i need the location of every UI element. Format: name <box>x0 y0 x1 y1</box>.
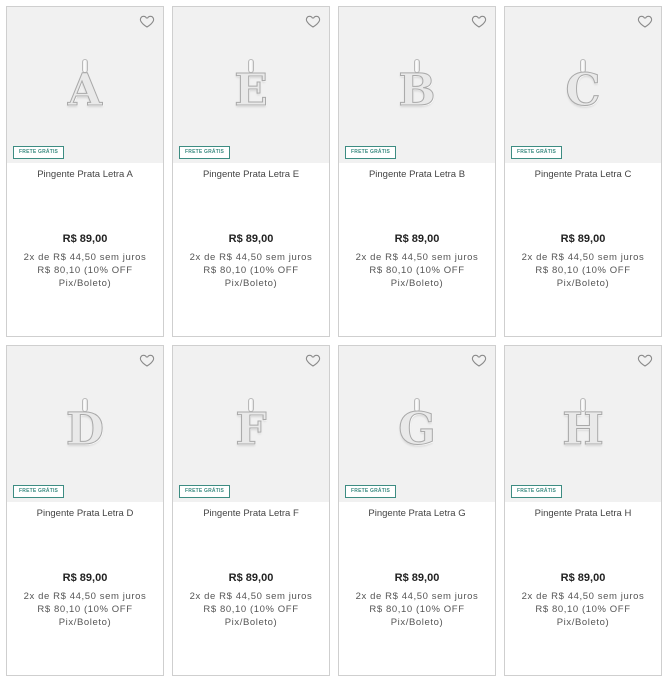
pendant-letter: F <box>235 404 267 455</box>
product-card[interactable]: A FRETE GRÁTIS Pingente Prata Letra A R$… <box>6 6 164 337</box>
discount-price: R$ 80,10 (10% OFF <box>37 604 133 615</box>
heart-outline-icon[interactable] <box>637 13 653 29</box>
pendant-letter: A <box>67 65 103 116</box>
payment-method: Pix/Boleto) <box>58 617 112 628</box>
discount-price: R$ 80,10 (10% OFF <box>203 604 299 615</box>
installments-text: 2x de R$ 44,50 sem juros <box>355 252 479 263</box>
heart-outline-icon[interactable] <box>637 352 653 368</box>
product-card[interactable]: G FRETE GRÁTIS Pingente Prata Letra G R$… <box>338 345 496 676</box>
product-grid: A FRETE GRÁTIS Pingente Prata Letra A R$… <box>6 6 662 676</box>
product-card[interactable]: C FRETE GRÁTIS Pingente Prata Letra C R$… <box>504 6 662 337</box>
installments-text: 2x de R$ 44,50 sem juros <box>23 252 147 263</box>
pendant-letter: D <box>65 404 105 455</box>
product-name[interactable]: Pingente Prata Letra C <box>505 169 661 180</box>
discount-price: R$ 80,10 (10% OFF <box>535 604 631 615</box>
free-shipping-badge: FRETE GRÁTIS <box>13 485 65 498</box>
heart-outline-icon[interactable] <box>139 13 155 29</box>
free-shipping-badge: FRETE GRÁTIS <box>511 485 563 498</box>
pendant-letter: H <box>562 404 605 455</box>
payment-method: Pix/Boleto) <box>390 278 444 289</box>
discount-price: R$ 80,10 (10% OFF <box>203 265 299 276</box>
free-shipping-badge: FRETE GRÁTIS <box>345 485 397 498</box>
product-price: R$ 89,00 <box>394 572 440 584</box>
product-card[interactable]: H FRETE GRÁTIS Pingente Prata Letra H R$… <box>504 345 662 676</box>
free-shipping-badge: FRETE GRÁTIS <box>13 146 65 159</box>
installments-text: 2x de R$ 44,50 sem juros <box>189 591 313 602</box>
product-image[interactable]: C FRETE GRÁTIS <box>505 7 661 163</box>
payment-method: Pix/Boleto) <box>556 617 610 628</box>
free-shipping-badge: FRETE GRÁTIS <box>511 146 563 159</box>
product-name[interactable]: Pingente Prata Letra G <box>339 508 495 519</box>
product-image[interactable]: D FRETE GRÁTIS <box>7 346 163 502</box>
product-card[interactable]: B FRETE GRÁTIS Pingente Prata Letra B R$… <box>338 6 496 337</box>
discount-price: R$ 80,10 (10% OFF <box>369 604 465 615</box>
payment-method: Pix/Boleto) <box>390 617 444 628</box>
installments-text: 2x de R$ 44,50 sem juros <box>355 591 479 602</box>
heart-outline-icon[interactable] <box>305 13 321 29</box>
discount-price: R$ 80,10 (10% OFF <box>37 265 133 276</box>
pendant-letter: G <box>398 404 437 455</box>
heart-outline-icon[interactable] <box>305 352 321 368</box>
installments-text: 2x de R$ 44,50 sem juros <box>521 591 645 602</box>
product-image[interactable]: A FRETE GRÁTIS <box>7 7 163 163</box>
product-card[interactable]: E FRETE GRÁTIS Pingente Prata Letra E R$… <box>172 6 330 337</box>
product-price: R$ 89,00 <box>560 233 606 245</box>
free-shipping-badge: FRETE GRÁTIS <box>345 146 397 159</box>
product-image[interactable]: E FRETE GRÁTIS <box>173 7 329 163</box>
pendant-image: B <box>387 59 447 119</box>
pendant-letter: E <box>234 65 269 116</box>
installments-text: 2x de R$ 44,50 sem juros <box>23 591 147 602</box>
product-name[interactable]: Pingente Prata Letra E <box>173 169 329 180</box>
discount-price: R$ 80,10 (10% OFF <box>369 265 465 276</box>
free-shipping-badge: FRETE GRÁTIS <box>179 485 231 498</box>
pendant-image: F <box>221 398 281 458</box>
pendant-letter: B <box>398 65 436 116</box>
pendant-image: E <box>221 59 281 119</box>
product-name[interactable]: Pingente Prata Letra A <box>7 169 163 180</box>
heart-outline-icon[interactable] <box>471 352 487 368</box>
payment-method: Pix/Boleto) <box>556 278 610 289</box>
pendant-image: C <box>553 59 613 119</box>
product-price: R$ 89,00 <box>228 572 274 584</box>
product-price: R$ 89,00 <box>560 572 606 584</box>
payment-method: Pix/Boleto) <box>224 278 278 289</box>
free-shipping-badge: FRETE GRÁTIS <box>179 146 231 159</box>
payment-method: Pix/Boleto) <box>224 617 278 628</box>
pendant-image: D <box>55 398 115 458</box>
product-image[interactable]: G FRETE GRÁTIS <box>339 346 495 502</box>
product-price: R$ 89,00 <box>394 233 440 245</box>
installments-text: 2x de R$ 44,50 sem juros <box>189 252 313 263</box>
product-price: R$ 89,00 <box>228 233 274 245</box>
heart-outline-icon[interactable] <box>139 352 155 368</box>
product-name[interactable]: Pingente Prata Letra D <box>7 508 163 519</box>
product-name[interactable]: Pingente Prata Letra F <box>173 508 329 519</box>
discount-price: R$ 80,10 (10% OFF <box>535 265 631 276</box>
payment-method: Pix/Boleto) <box>58 278 112 289</box>
heart-outline-icon[interactable] <box>471 13 487 29</box>
product-image[interactable]: B FRETE GRÁTIS <box>339 7 495 163</box>
pendant-image: H <box>553 398 613 458</box>
pendant-image: A <box>55 59 115 119</box>
product-image[interactable]: H FRETE GRÁTIS <box>505 346 661 502</box>
product-name[interactable]: Pingente Prata Letra B <box>339 169 495 180</box>
pendant-image: G <box>387 398 447 458</box>
product-card[interactable]: F FRETE GRÁTIS Pingente Prata Letra F R$… <box>172 345 330 676</box>
installments-text: 2x de R$ 44,50 sem juros <box>521 252 645 263</box>
product-price: R$ 89,00 <box>62 572 108 584</box>
product-name[interactable]: Pingente Prata Letra H <box>505 508 661 519</box>
product-image[interactable]: F FRETE GRÁTIS <box>173 346 329 502</box>
product-price: R$ 89,00 <box>62 233 108 245</box>
product-card[interactable]: D FRETE GRÁTIS Pingente Prata Letra D R$… <box>6 345 164 676</box>
pendant-letter: C <box>565 65 601 116</box>
